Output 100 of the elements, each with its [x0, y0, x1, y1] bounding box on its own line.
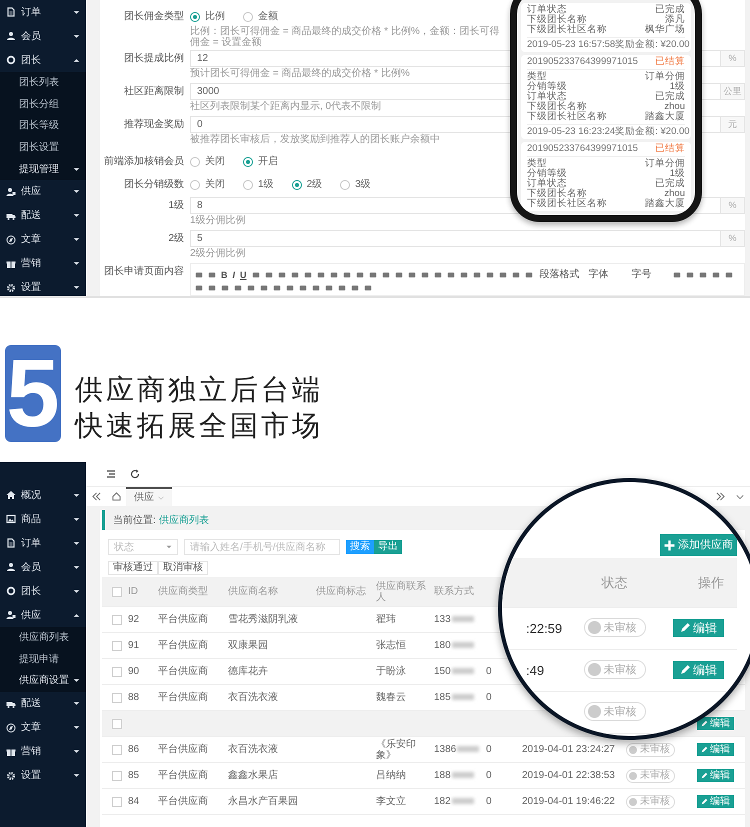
format-dropdown[interactable]: 段落格式	[538, 267, 582, 282]
radio-option[interactable]: 关闭	[190, 154, 225, 169]
field-value: zhou	[664, 102, 685, 112]
field-value: 添凡	[665, 15, 685, 25]
chevron-down-icon[interactable]	[736, 492, 744, 500]
checkbox[interactable]	[112, 796, 122, 806]
status-text: 已结算	[655, 142, 685, 156]
sidebar-item[interactable]: 设置	[0, 764, 86, 788]
table-cell: 133	[434, 614, 451, 625]
column-header: 状态	[600, 574, 628, 592]
person-icon	[6, 610, 16, 620]
sidebar-item[interactable]: 文章	[0, 228, 86, 252]
sidebar-subitem[interactable]: 供应商设置	[0, 670, 86, 692]
blurred-mark	[452, 616, 474, 622]
batch-button[interactable]: 审核通过	[108, 561, 158, 575]
sidebar-item[interactable]: 商品	[0, 507, 86, 531]
underline-button[interactable]: U	[240, 270, 247, 280]
caret-icon	[73, 32, 80, 40]
double-chevron-left-icon[interactable]	[92, 492, 100, 501]
field-value: 已完成	[655, 5, 685, 15]
radio-option[interactable]: 关闭	[190, 177, 225, 192]
sidebar-item[interactable]: 订单	[0, 0, 86, 24]
radio-option[interactable]: 开启	[243, 154, 278, 169]
sidebar-item[interactable]: 团长	[0, 579, 86, 603]
batch-button[interactable]: 取消审核	[158, 561, 208, 575]
breadcrumb-label: 当前位置:	[113, 514, 156, 528]
field-label: 类型	[527, 72, 547, 82]
column-header: 供应商联系人	[376, 580, 427, 602]
field-label: 1级	[167, 199, 184, 213]
checkbox[interactable]	[112, 770, 122, 780]
table-cell-text: 平台供应商	[158, 692, 209, 703]
sidebar-item[interactable]: 文章	[0, 716, 86, 740]
sidebar-item[interactable]: 订单	[0, 531, 86, 555]
checkbox[interactable]	[112, 744, 122, 754]
sidebar-item[interactable]: 供应	[0, 603, 86, 627]
sidebar-subitem[interactable]: 供应商列表	[0, 627, 86, 649]
person-icon	[6, 186, 16, 197]
table-cell-text: 吕纳纳	[376, 770, 407, 781]
checkbox[interactable]	[112, 614, 122, 624]
sidebar-subitem[interactable]: 团长列表	[0, 72, 86, 94]
caret-icon	[73, 700, 80, 708]
input-field[interactable]: 5	[190, 230, 721, 247]
order-number: 201905233764399971015	[527, 55, 638, 69]
sidebar-item[interactable]: 配送	[0, 692, 86, 716]
format-dropdown[interactable]: 字体	[586, 267, 625, 282]
radio-option[interactable]: 2级	[292, 177, 322, 192]
format-dropdown[interactable]: 字号	[630, 267, 668, 282]
sidebar-item[interactable]: 会员	[0, 24, 86, 48]
double-chevron-right-icon[interactable]	[716, 492, 724, 501]
field-label: 类型	[527, 159, 547, 169]
radio-option[interactable]: 1级	[243, 177, 274, 192]
field-label: 下级团长名称	[527, 189, 587, 199]
tab[interactable]: 供应	[126, 487, 172, 506]
help-text: 预计团长可得佣金 = 商品最终的成交价格 * 比例%	[190, 68, 410, 79]
table-cell-text: 84	[128, 796, 140, 807]
caret-icon	[73, 724, 80, 732]
number-badge: 5	[5, 345, 61, 442]
caret-icon	[73, 588, 80, 594]
sidebar-item[interactable]: 概况	[0, 483, 86, 507]
checkbox[interactable]	[112, 640, 122, 650]
sidebar-item[interactable]: 团长	[0, 48, 86, 72]
caret-icon	[73, 612, 80, 618]
sidebar-item[interactable]: 会员	[0, 555, 86, 579]
checkbox[interactable]	[112, 718, 122, 728]
field-label: 订单状态	[527, 5, 567, 15]
sidebar-item[interactable]: 营销	[0, 252, 86, 276]
sidebar-subitem[interactable]: 团长分组	[0, 94, 86, 116]
checkbox[interactable]	[112, 666, 122, 676]
sidebar-item[interactable]: 供应	[0, 180, 86, 204]
field-label: 团长分销级数	[123, 178, 184, 192]
table-cell-text: 2019-04-01 23:24:27	[522, 744, 616, 755]
gear-icon	[6, 770, 16, 781]
menu-icon[interactable]	[106, 469, 116, 479]
bold-button[interactable]: B	[221, 270, 228, 280]
search-field[interactable]: 请输入姓名/手机号/供应商名称	[184, 539, 340, 555]
caret-icon	[73, 564, 80, 570]
table-cell: 180	[434, 640, 451, 651]
italic-button[interactable]: I	[232, 270, 236, 280]
home-icon[interactable]	[112, 492, 120, 501]
checkbox[interactable]	[112, 692, 122, 702]
table-cell-text: 魏春云	[376, 692, 407, 703]
table-cell-text: 平台供应商	[158, 614, 209, 625]
sidebar-subitem[interactable]: 团长设置	[0, 136, 86, 158]
sidebar-item[interactable]: 配送	[0, 204, 86, 228]
sidebar-subitem[interactable]: 团长等级	[0, 115, 86, 137]
column-header: ID	[128, 586, 139, 597]
sidebar-item[interactable]: 设置	[0, 276, 86, 296]
field-label: 下级团长名称	[527, 15, 587, 25]
radio-option[interactable]: 比例	[190, 9, 225, 24]
table-cell-text: 平台供应商	[158, 796, 209, 807]
sidebar-subitem[interactable]: 提现管理	[0, 158, 86, 180]
refresh-icon[interactable]	[130, 469, 140, 479]
radio-option[interactable]: 3级	[340, 177, 371, 192]
table-cell-text: 衣百洗衣液	[228, 744, 279, 755]
checkbox[interactable]	[112, 586, 122, 596]
sidebar-subitem[interactable]: 提现申请	[0, 648, 86, 670]
caret-icon	[73, 492, 80, 498]
pencil-icon	[701, 798, 708, 805]
sidebar-item[interactable]: 营销	[0, 740, 86, 764]
radio-option[interactable]: 金额	[243, 9, 278, 24]
